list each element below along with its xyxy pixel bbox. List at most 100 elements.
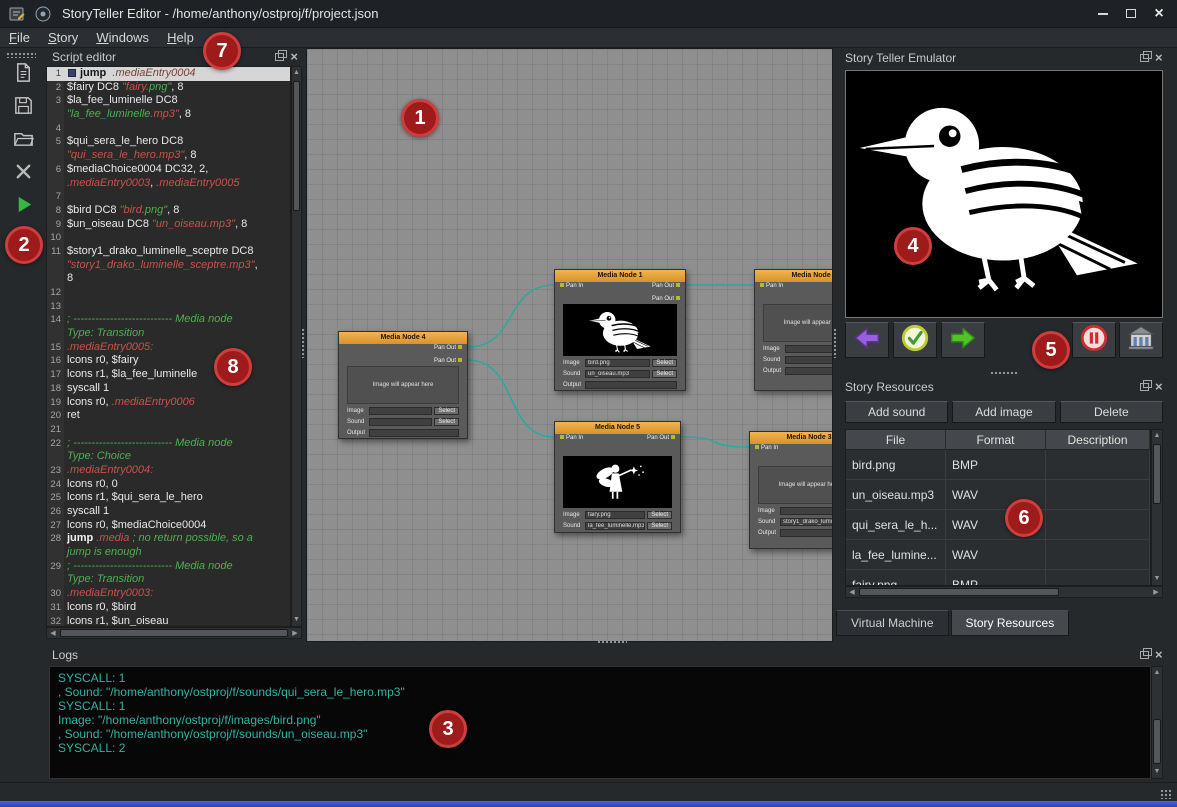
scroll-right-icon[interactable]: ▶ (289, 628, 301, 638)
select-button[interactable]: Select (434, 418, 459, 426)
output-pin[interactable]: Pan Out (652, 296, 682, 303)
close-icon[interactable]: × (1155, 52, 1163, 64)
scroll-down-icon[interactable]: ▼ (292, 614, 301, 626)
select-button[interactable]: Select (647, 522, 672, 530)
table-row[interactable]: fairy.pngBMP (846, 570, 1150, 586)
code-line[interactable]: "story1_drako_luminelle_sceptre.mp3", (47, 259, 290, 273)
scroll-up-icon[interactable]: ▲ (1152, 667, 1162, 679)
code-line[interactable]: "qui_sera_le_hero.mp3", 8 (47, 149, 290, 163)
logs-vertical-scrollbar[interactable]: ▲ ▼ (1151, 666, 1163, 779)
column-header-description[interactable]: Description (1046, 430, 1150, 450)
cell-file[interactable]: la_fee_lumine... (846, 540, 946, 570)
scroll-thumb[interactable] (1153, 444, 1161, 504)
input-pin[interactable]: Pan In (558, 283, 583, 290)
code-line[interactable]: 11$story1_drako_luminelle_sceptre DC8 (47, 245, 290, 259)
code-line[interactable]: 7 (47, 190, 290, 204)
code-line[interactable]: 6$mediaChoice0004 DC32, 2, (47, 163, 290, 177)
float-icon[interactable] (1140, 651, 1149, 659)
editor-horizontal-scrollbar[interactable]: ◀ ▶ (46, 627, 302, 639)
open-button[interactable] (7, 126, 39, 156)
close-button[interactable]: × (1145, 3, 1173, 25)
field-value[interactable] (785, 356, 833, 364)
cell-description[interactable] (1046, 510, 1150, 540)
menu-item-story[interactable]: Story (39, 29, 87, 46)
graph-node-n5[interactable]: Media Node 5Pan InPan OutImagefairy.pngS… (554, 421, 681, 533)
resize-grip[interactable] (1160, 789, 1172, 799)
table-row[interactable]: qui_sera_le_h...WAV (846, 510, 1150, 540)
code-line[interactable]: 16lcons r0, $fairy (47, 354, 290, 368)
code-line[interactable]: "la_fee_luminelle.mp3", 8 (47, 108, 290, 122)
field-value[interactable] (780, 529, 833, 537)
code-line[interactable]: 12 (47, 286, 290, 300)
code-line[interactable]: 14; --------------------------- Media no… (47, 313, 290, 327)
input-pin[interactable]: Pan In (753, 445, 778, 452)
code-line[interactable]: 4 (47, 122, 290, 136)
tab-story-resources[interactable]: Story Resources (951, 610, 1070, 636)
code-line[interactable]: 20ret (47, 409, 290, 423)
code-line[interactable]: 1jump .mediaEntry0004 (47, 67, 290, 81)
input-pin[interactable]: Pan In (558, 435, 583, 442)
code-line[interactable]: 13 (47, 300, 290, 314)
node-title[interactable]: Media Node 3 (750, 432, 833, 444)
resource-table[interactable]: FileFormatDescriptionbird.pngBMPun_oisea… (845, 429, 1151, 586)
title-bar[interactable]: StoryTeller Editor - /home/anthony/ostpr… (0, 0, 1177, 28)
code-line[interactable]: 2$fairy DC8 "fairy.png", 8 (47, 81, 290, 95)
node-title[interactable]: Media Node 4 (339, 332, 467, 344)
field-value[interactable]: story1_drako_luminelle_sceptre.mp3 (780, 518, 833, 526)
code-line[interactable]: 27lcons r0, $mediaChoice0004 (47, 519, 290, 533)
add-sound-button[interactable]: Add sound (845, 401, 948, 423)
code-line[interactable]: 8 (47, 272, 290, 286)
code-line[interactable]: 22; --------------------------- Media no… (47, 437, 290, 451)
float-icon[interactable] (1140, 383, 1149, 391)
node-title[interactable]: Media Node 2 (755, 270, 833, 282)
script-editor-titlebar[interactable]: Script editor × (46, 48, 302, 66)
scroll-thumb[interactable] (1153, 719, 1161, 764)
field-value[interactable]: la_fee_luminelle.mp3 (585, 522, 645, 530)
code-line[interactable]: jump is enough (47, 546, 290, 560)
field-value[interactable] (369, 407, 432, 415)
node-title[interactable]: Media Node 1 (555, 270, 685, 282)
add-image-button[interactable]: Add image (952, 401, 1055, 423)
minimize-button[interactable] (1089, 3, 1117, 25)
code-line[interactable]: 32lcons r1, $un_oiseau (47, 615, 290, 628)
close-icon[interactable]: × (1155, 649, 1163, 661)
code-line[interactable]: 17lcons r1, $la_fee_luminelle (47, 368, 290, 382)
scroll-up-icon[interactable]: ▲ (292, 67, 301, 79)
close-icon[interactable]: × (1155, 381, 1163, 393)
code-line[interactable]: 8$bird DC8 "bird.png", 8 (47, 204, 290, 218)
cell-format[interactable]: WAV (946, 540, 1046, 570)
home-button[interactable] (1119, 322, 1163, 358)
input-pin[interactable]: Pan In (758, 283, 783, 290)
table-row[interactable]: un_oiseau.mp3WAV (846, 480, 1150, 510)
output-pin[interactable]: Pan Out (434, 358, 464, 365)
float-icon[interactable] (1140, 54, 1149, 62)
code-line[interactable]: Type: Transition (47, 573, 290, 587)
output-pin[interactable]: Pan Out (652, 283, 682, 290)
select-button[interactable]: Select (652, 370, 677, 378)
code-line[interactable]: 29; --------------------------- Media no… (47, 560, 290, 574)
field-value[interactable] (785, 345, 833, 353)
field-value[interactable]: fairy.png (585, 511, 645, 519)
code-line[interactable]: 9$un_oiseau DC8 "un_oiseau.mp3", 8 (47, 218, 290, 232)
scroll-thumb[interactable] (293, 81, 300, 211)
table-vertical-scrollbar[interactable]: ▲ ▼ (1151, 429, 1163, 586)
toolbar-grip[interactable] (6, 52, 36, 58)
splitter-handle[interactable] (990, 371, 1018, 376)
delete-button[interactable]: Delete (1060, 401, 1163, 423)
select-button[interactable]: Select (434, 407, 459, 415)
splitter-handle[interactable] (597, 640, 627, 644)
code-editor[interactable]: 1jump .mediaEntry00042$fairy DC8 "fairy.… (46, 66, 291, 627)
save-button[interactable] (7, 93, 39, 123)
cell-description[interactable] (1046, 480, 1150, 510)
code-line[interactable]: 26syscall 1 (47, 505, 290, 519)
cell-format[interactable]: BMP (946, 570, 1046, 586)
code-line[interactable]: 18syscall 1 (47, 382, 290, 396)
code-line[interactable]: 24lcons r0, 0 (47, 478, 290, 492)
cell-file[interactable]: un_oiseau.mp3 (846, 480, 946, 510)
graph-node-n1[interactable]: Media Node 1Pan InPan OutPan OutImagebir… (554, 269, 686, 391)
pause-button[interactable] (1072, 322, 1116, 358)
graph-node-n2[interactable]: Media Node 2Pan InImage will appear here… (754, 269, 833, 391)
field-value[interactable]: un_oiseau.mp3 (585, 370, 650, 378)
close-icon[interactable]: × (290, 51, 298, 63)
select-button[interactable]: Select (647, 511, 672, 519)
